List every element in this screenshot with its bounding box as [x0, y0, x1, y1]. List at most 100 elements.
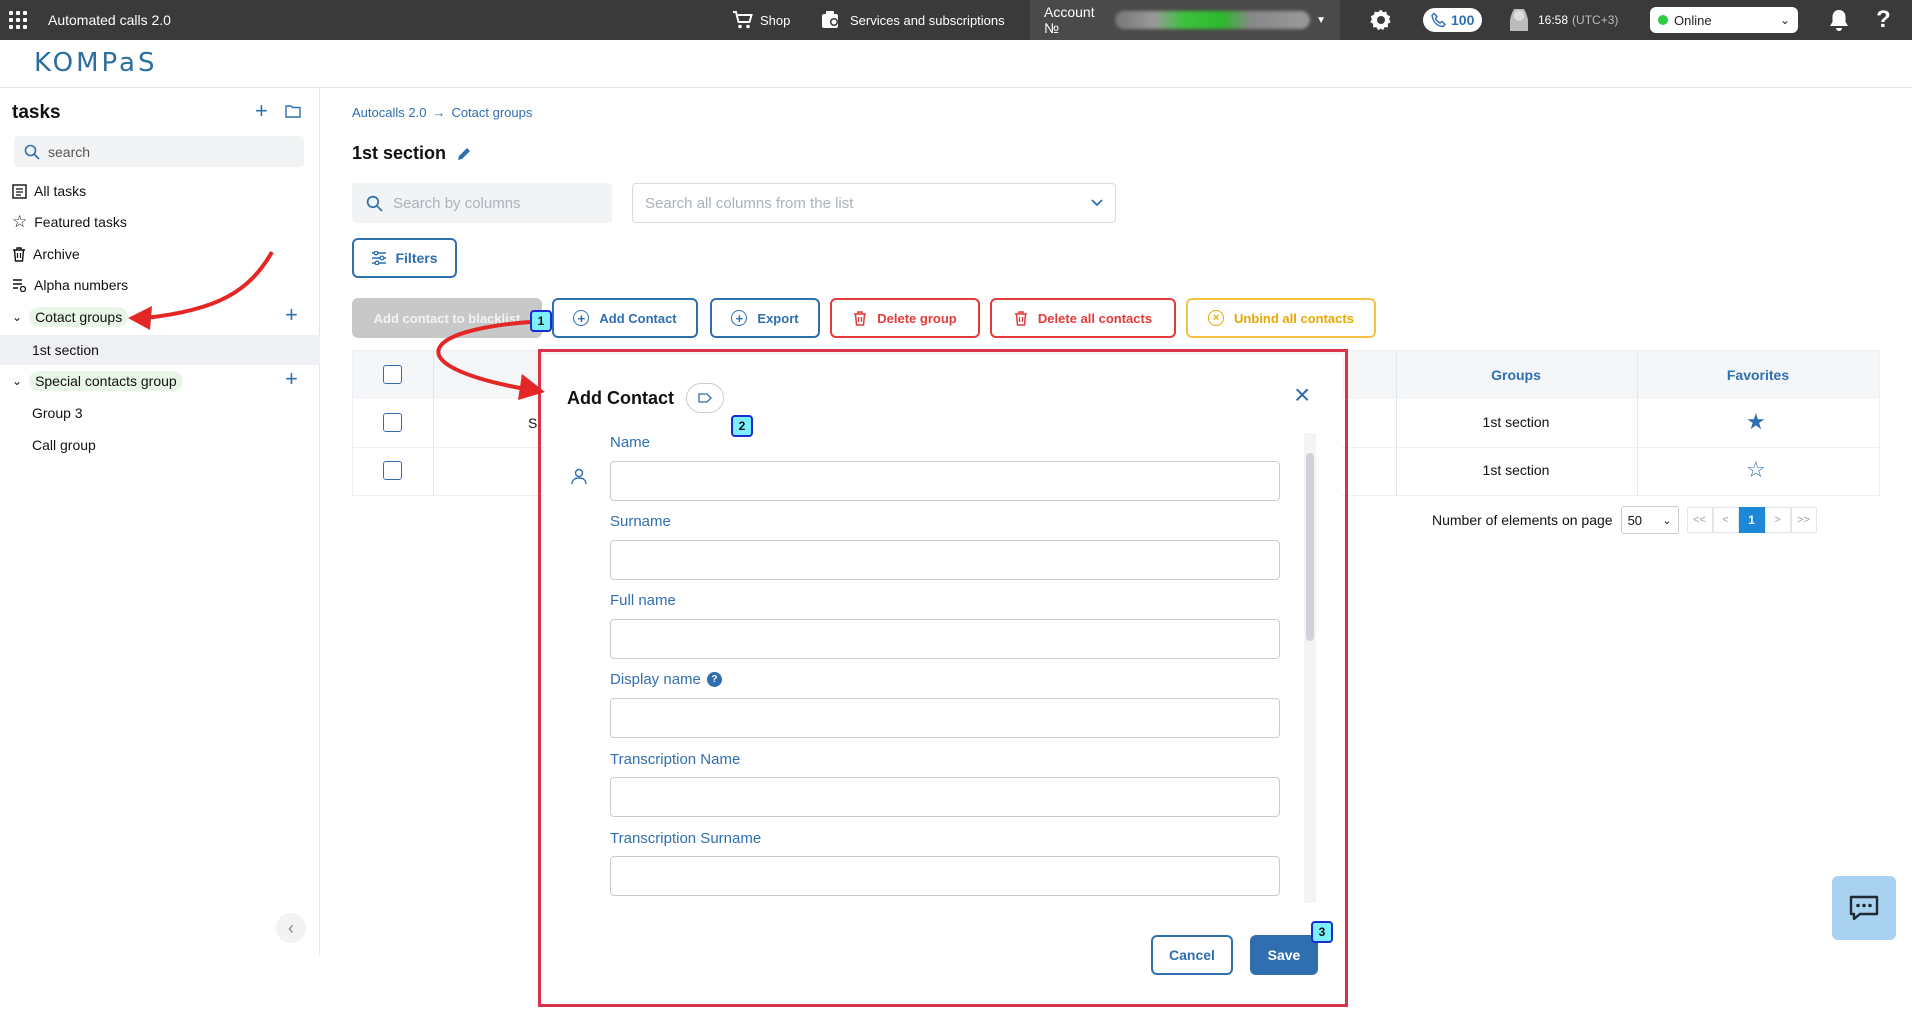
- name-label: Name: [610, 434, 651, 451]
- add-task-icon[interactable]: +: [255, 98, 268, 124]
- search-columns-select[interactable]: Search all columns from the list: [632, 183, 1116, 223]
- transcription-name-input[interactable]: [610, 777, 1280, 817]
- per-page-select[interactable]: 50 ⌄: [1620, 506, 1679, 534]
- display-name-input[interactable]: [610, 698, 1280, 738]
- sidebar-title: tasks: [12, 102, 61, 123]
- column-header-groups[interactable]: Groups: [1396, 351, 1636, 399]
- add-to-blacklist-button[interactable]: Add contact to blacklist: [352, 298, 542, 338]
- call-balance[interactable]: 100: [1423, 0, 1483, 40]
- shop-link[interactable]: Shop: [732, 0, 790, 40]
- avatar: [1510, 9, 1528, 31]
- apps-grid-icon[interactable]: [9, 0, 27, 40]
- step-marker: 3: [1311, 921, 1333, 943]
- logo: KOMPaS: [34, 48, 158, 78]
- chevron-down-icon: ⌄: [12, 374, 23, 388]
- transcription-surname-label: Transcription Surname: [610, 830, 762, 847]
- row-checkbox[interactable]: [383, 461, 402, 480]
- help-icon[interactable]: ?: [1876, 0, 1891, 40]
- chevron-down-icon: ⌄: [1662, 514, 1672, 527]
- services-link[interactable]: Services and subscriptions: [820, 0, 1005, 40]
- row-partial-cell: S: [528, 415, 538, 431]
- chevron-down-icon: [1091, 199, 1103, 207]
- save-button[interactable]: Save: [1250, 935, 1318, 975]
- x-circle-icon: ×: [1208, 310, 1225, 326]
- add-contact-group-icon[interactable]: +: [285, 302, 298, 328]
- user-clock[interactable]: 16:58 (UTC+3): [1510, 0, 1618, 40]
- question-icon[interactable]: ?: [706, 672, 722, 687]
- breadcrumb-root[interactable]: Autocalls 2.0: [352, 105, 426, 120]
- step-marker: 2: [731, 415, 753, 437]
- sidebar-group-special-contacts[interactable]: ⌄ Special contacts group: [12, 369, 183, 393]
- full-name-input[interactable]: [610, 619, 1280, 659]
- add-contact-modal: Add Contact × Name Surname Full name Dis…: [544, 355, 1342, 1001]
- modal-scrollbar-thumb[interactable]: [1306, 453, 1314, 641]
- row-group-cell: 1st section: [1482, 414, 1550, 430]
- account-selector[interactable]: Account № ▼: [1030, 0, 1340, 40]
- breadcrumb: Autocalls 2.0 → Cotact groups: [352, 105, 532, 120]
- collapse-sidebar-button[interactable]: ‹: [276, 913, 306, 943]
- unbind-all-contacts-button[interactable]: × Unbind all contacts: [1186, 298, 1376, 338]
- pencil-icon[interactable]: [456, 146, 472, 162]
- modal-title: Add Contact: [567, 383, 724, 413]
- display-name-label: Display name ?: [610, 671, 722, 688]
- sidebar-item-group-3[interactable]: Group 3: [32, 401, 83, 425]
- column-divider: [1637, 351, 1638, 497]
- status-select[interactable]: Online ⌄: [1650, 0, 1798, 40]
- export-button[interactable]: + Export: [710, 298, 820, 338]
- name-input[interactable]: [610, 461, 1280, 501]
- sidebar-item-call-group[interactable]: Call group: [32, 433, 96, 457]
- list-icon: [12, 183, 27, 199]
- tag-chip[interactable]: [686, 383, 724, 413]
- star-icon: ☆: [12, 212, 28, 231]
- bell-icon[interactable]: [1828, 0, 1850, 40]
- chat-icon: [1849, 895, 1879, 921]
- page-prev-button[interactable]: <: [1712, 507, 1739, 533]
- sidebar-item-featured-tasks[interactable]: ☆ Featured tasks: [12, 210, 127, 234]
- breadcrumb-current[interactable]: Cotact groups: [451, 105, 532, 120]
- sidebar-item-alpha-numbers[interactable]: Alpha numbers: [12, 273, 128, 297]
- add-special-group-icon[interactable]: +: [285, 366, 298, 392]
- transcription-name-label: Transcription Name: [610, 751, 741, 768]
- online-dot-icon: [1658, 14, 1668, 25]
- star-outline-icon[interactable]: ☆: [1746, 457, 1766, 483]
- filters-button[interactable]: Filters: [352, 238, 457, 278]
- sidebar-group-contact-groups[interactable]: ⌄ Cotact groups: [12, 305, 129, 329]
- full-name-label: Full name: [610, 592, 676, 609]
- column-header-favorites[interactable]: Favorites: [1638, 351, 1878, 399]
- app-title: Automated calls 2.0: [48, 12, 171, 28]
- chevron-left-icon: ‹: [288, 917, 294, 938]
- page-title: 1st section: [352, 143, 472, 164]
- delete-group-button[interactable]: Delete group: [830, 298, 980, 338]
- folder-icon[interactable]: [285, 104, 301, 118]
- search-by-columns-input[interactable]: Search by columns: [352, 183, 612, 223]
- select-all-checkbox[interactable]: [383, 365, 402, 384]
- cancel-button[interactable]: Cancel: [1151, 935, 1233, 975]
- sidebar-item-archive[interactable]: Archive: [12, 242, 80, 266]
- sidebar-item-1st-section[interactable]: 1st section: [32, 338, 99, 362]
- sidebar: tasks + search All tasks ☆ Featured task…: [0, 88, 320, 956]
- chat-button[interactable]: [1832, 876, 1896, 940]
- sidebar-item-all-tasks[interactable]: All tasks: [12, 179, 86, 203]
- surname-input[interactable]: [610, 540, 1280, 580]
- delete-all-contacts-button[interactable]: Delete all contacts: [990, 298, 1176, 338]
- star-filled-icon[interactable]: ★: [1746, 409, 1766, 435]
- add-contact-button[interactable]: + Add Contact: [552, 298, 698, 338]
- transcription-surname-input[interactable]: [610, 856, 1280, 896]
- trash-icon: [1014, 310, 1027, 326]
- close-icon[interactable]: ×: [1294, 381, 1310, 409]
- subscriptions-icon: [822, 11, 838, 28]
- sidebar-search[interactable]: search: [14, 136, 304, 167]
- page-first-button[interactable]: <<: [1686, 507, 1713, 533]
- arrow-right-icon: →: [432, 105, 446, 120]
- step-marker: 1: [530, 310, 552, 332]
- alpha-icon: [13, 278, 27, 292]
- gear-icon[interactable]: [1369, 0, 1393, 40]
- surname-label: Surname: [610, 513, 671, 530]
- sliders-icon: [372, 251, 387, 265]
- chevron-down-icon: ⌄: [1779, 13, 1790, 27]
- top-bar: Automated calls 2.0 Shop Services and su…: [0, 0, 1912, 40]
- page-last-button[interactable]: >>: [1790, 507, 1817, 533]
- page-next-button[interactable]: >: [1764, 507, 1791, 533]
- page-number-button[interactable]: 1: [1738, 507, 1765, 533]
- row-checkbox[interactable]: [383, 413, 402, 432]
